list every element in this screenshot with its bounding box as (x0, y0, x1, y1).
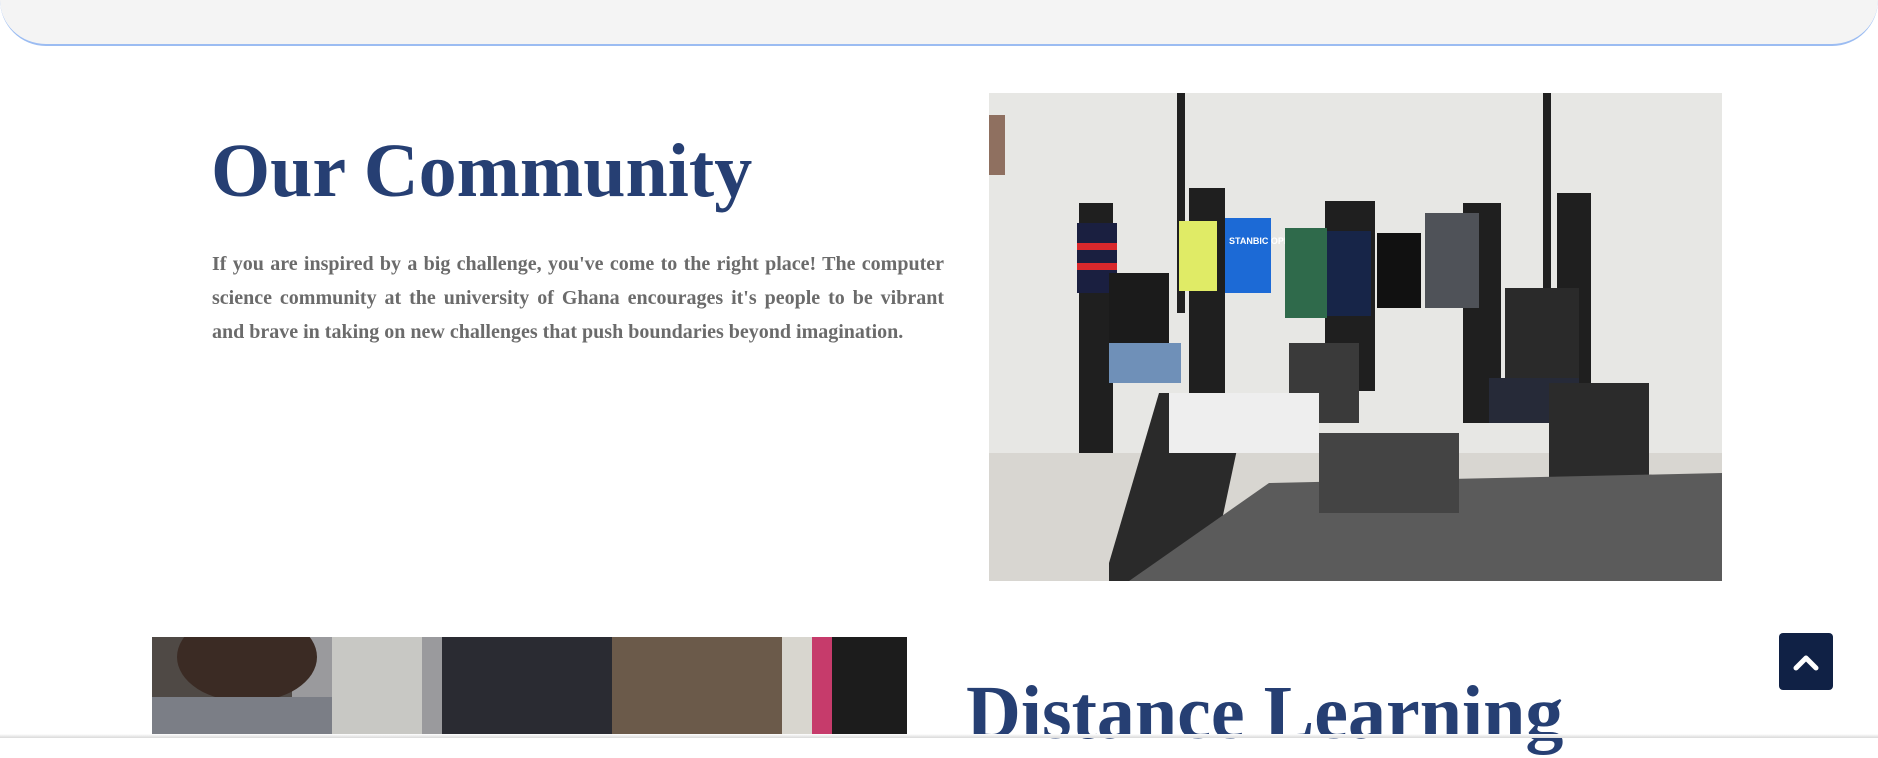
community-section-title: Our Community (211, 129, 753, 213)
community-description: If you are inspired by a big challenge, … (212, 253, 944, 343)
top-navigation-bar (0, 0, 1878, 46)
scroll-to-top-button[interactable] (1779, 633, 1833, 690)
distance-learning-section-title: Distance Learning (966, 671, 1564, 755)
distance-learning-photo-illustration (152, 637, 907, 738)
window-bottom-edge (0, 734, 1878, 738)
community-group-photo: STANBIC OPEN BANKING (989, 93, 1722, 581)
community-photo-illustration: STANBIC OPEN BANKING (989, 93, 1722, 581)
chevron-up-icon (1793, 655, 1819, 670)
distance-learning-photo (152, 637, 907, 738)
